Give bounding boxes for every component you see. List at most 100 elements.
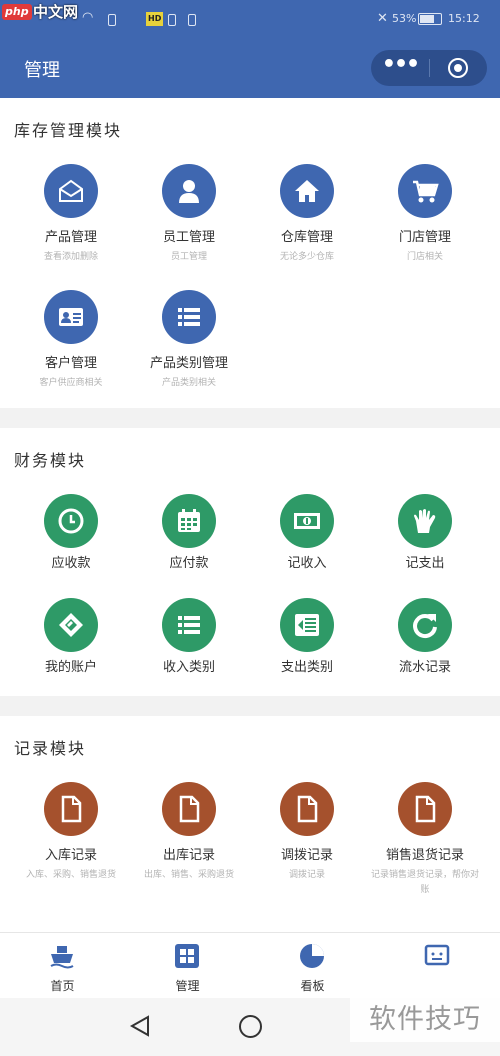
user-icon [162, 164, 216, 218]
back-icon[interactable] [128, 1014, 152, 1038]
grid-icon [175, 944, 199, 968]
battery-percent: 53% [392, 12, 417, 25]
menu-item-label: 客户管理 [44, 356, 97, 371]
home-icon [280, 164, 334, 218]
account-icon [44, 598, 98, 652]
list-icon [162, 290, 216, 344]
battery-icon [418, 13, 442, 25]
file-icon [398, 782, 452, 836]
clock-icon [44, 494, 98, 548]
menu-item-staff[interactable]: 员工管理 员工管理 [130, 158, 248, 284]
menu-item-my-account[interactable]: 我的账户 [12, 592, 130, 696]
bottom-tab-bar: 首页 管理 看板 [0, 932, 500, 998]
tab-profile[interactable] [375, 933, 500, 999]
menu-item-label: 销售退货记录 [385, 848, 464, 863]
menu-item-label: 收入类别 [162, 660, 215, 675]
id-card-icon [44, 290, 98, 344]
tab-home[interactable]: 首页 [0, 933, 125, 999]
menu-item-subtitle: 调拨记录 [288, 870, 325, 880]
menu-item-product[interactable]: 产品管理 查看添加删除 [12, 158, 130, 284]
menu-item-store[interactable]: 门店管理 门店相关 [366, 158, 484, 284]
inventory-section: 库存管理模块 产品管理 查看添加删除 员工管理 员工管理 仓库管理 无论多少仓库 [0, 98, 500, 408]
menu-item-label: 入库记录 [44, 848, 97, 863]
menu-item-label: 支出类别 [280, 660, 333, 675]
section-title: 财务模块 [14, 451, 87, 470]
menu-item-subtitle: 入库、采购、销售退货 [25, 870, 116, 880]
menu-item-subtitle: 无论多少仓库 [279, 252, 334, 262]
target-close-icon[interactable] [448, 58, 468, 78]
section-title: 记录模块 [14, 739, 87, 758]
menu-item-subtitle: 记录销售退货记录，帮你对账 [370, 870, 479, 895]
menu-item-record-income[interactable]: 记收入 [248, 488, 366, 592]
menu-item-label: 我的账户 [44, 660, 97, 675]
tab-label: 管理 [175, 979, 200, 993]
status-bar: php 中文网 ◠ HD ✕ 53% 15:12 [0, 0, 500, 38]
title-bar: 管理 ••• [0, 38, 500, 98]
menu-item-outbound-record[interactable]: 出库记录 出库、销售、采购退货 [130, 776, 248, 902]
tab-dashboard[interactable]: 看板 [250, 933, 375, 999]
menu-item-receivable[interactable]: 应收款 [12, 488, 130, 592]
hand-icon [398, 494, 452, 548]
menu-item-label: 产品类别管理 [149, 356, 228, 371]
envelope-icon [44, 164, 98, 218]
menu-item-warehouse[interactable]: 仓库管理 无论多少仓库 [248, 158, 366, 284]
menu-item-record-expense[interactable]: 记支出 [366, 488, 484, 592]
menu-item-subtitle: 门店相关 [406, 252, 443, 262]
menu-item-transfer-record[interactable]: 调拨记录 调拨记录 [248, 776, 366, 902]
section-title: 库存管理模块 [14, 121, 123, 140]
menu-item-inbound-record[interactable]: 入库记录 入库、采购、销售退货 [12, 776, 130, 902]
menu-item-income-category[interactable]: 收入类别 [130, 592, 248, 696]
home-button-icon[interactable] [239, 1015, 262, 1038]
sim-icon [108, 14, 116, 26]
menu-item-label: 产品管理 [44, 230, 97, 245]
refresh-icon [398, 598, 452, 652]
notification-icon [168, 14, 176, 26]
file-icon [162, 782, 216, 836]
file-icon [280, 782, 334, 836]
menu-item-customer[interactable]: 客户管理 客户供应商相关 [12, 284, 130, 410]
mute-icon: ✕ [377, 11, 388, 26]
list-icon [162, 598, 216, 652]
phone-icon [188, 14, 196, 26]
more-dots-icon[interactable]: ••• [371, 50, 429, 86]
menu-item-product-category[interactable]: 产品类别管理 产品类别相关 [130, 284, 248, 410]
tab-manage[interactable]: 管理 [125, 933, 250, 999]
menu-item-subtitle: 产品类别相关 [161, 378, 216, 388]
outdent-list-icon [280, 598, 334, 652]
menu-item-sales-return-record[interactable]: 销售退货记录 记录销售退货记录，帮你对账 [366, 776, 484, 902]
menu-item-subtitle: 查看添加删除 [43, 252, 98, 262]
menu-item-label: 调拨记录 [280, 848, 333, 863]
clock-time: 15:12 [448, 12, 480, 25]
menu-item-label: 记收入 [287, 556, 327, 571]
capsule-divider [429, 59, 430, 77]
page-title: 管理 [24, 60, 60, 81]
pie-chart-icon [300, 944, 324, 968]
menu-item-label: 出库记录 [162, 848, 215, 863]
menu-item-label: 应付款 [169, 556, 209, 571]
watermark-site: 中文网 [33, 3, 79, 21]
records-grid: 入库记录 入库、采购、销售退货 出库记录 出库、销售、采购退货 调拨记录 调拨记… [0, 776, 500, 902]
menu-item-label: 应收款 [51, 556, 91, 571]
tab-label: 首页 [50, 979, 75, 993]
menu-item-subtitle: 客户供应商相关 [39, 378, 103, 388]
menu-item-payable[interactable]: 应付款 [130, 488, 248, 592]
finance-section: 财务模块 应收款 应付款 记收入 记支出 我的账户 收入类别 支出类别 流水记录 [0, 428, 500, 696]
menu-item-transaction-log[interactable]: 流水记录 [366, 592, 484, 696]
cart-icon [398, 164, 452, 218]
ship-icon [50, 946, 74, 969]
menu-item-label: 记支出 [405, 556, 445, 571]
tab-label: 看板 [300, 979, 325, 993]
hd-badge: HD [146, 12, 164, 26]
watermark: 软件技巧 [350, 998, 500, 1042]
menu-item-label: 门店管理 [398, 230, 451, 245]
file-icon [44, 782, 98, 836]
menu-item-expense-category[interactable]: 支出类别 [248, 592, 366, 696]
watermark-logo: php [2, 4, 32, 20]
mini-program-capsule: ••• [371, 50, 487, 86]
tv-icon [424, 944, 450, 966]
finance-grid: 应收款 应付款 记收入 记支出 我的账户 收入类别 支出类别 流水记录 [0, 488, 500, 696]
calendar-icon [162, 494, 216, 548]
menu-item-subtitle: 员工管理 [170, 252, 207, 262]
menu-item-label: 员工管理 [162, 230, 215, 245]
menu-item-label: 流水记录 [398, 660, 451, 675]
